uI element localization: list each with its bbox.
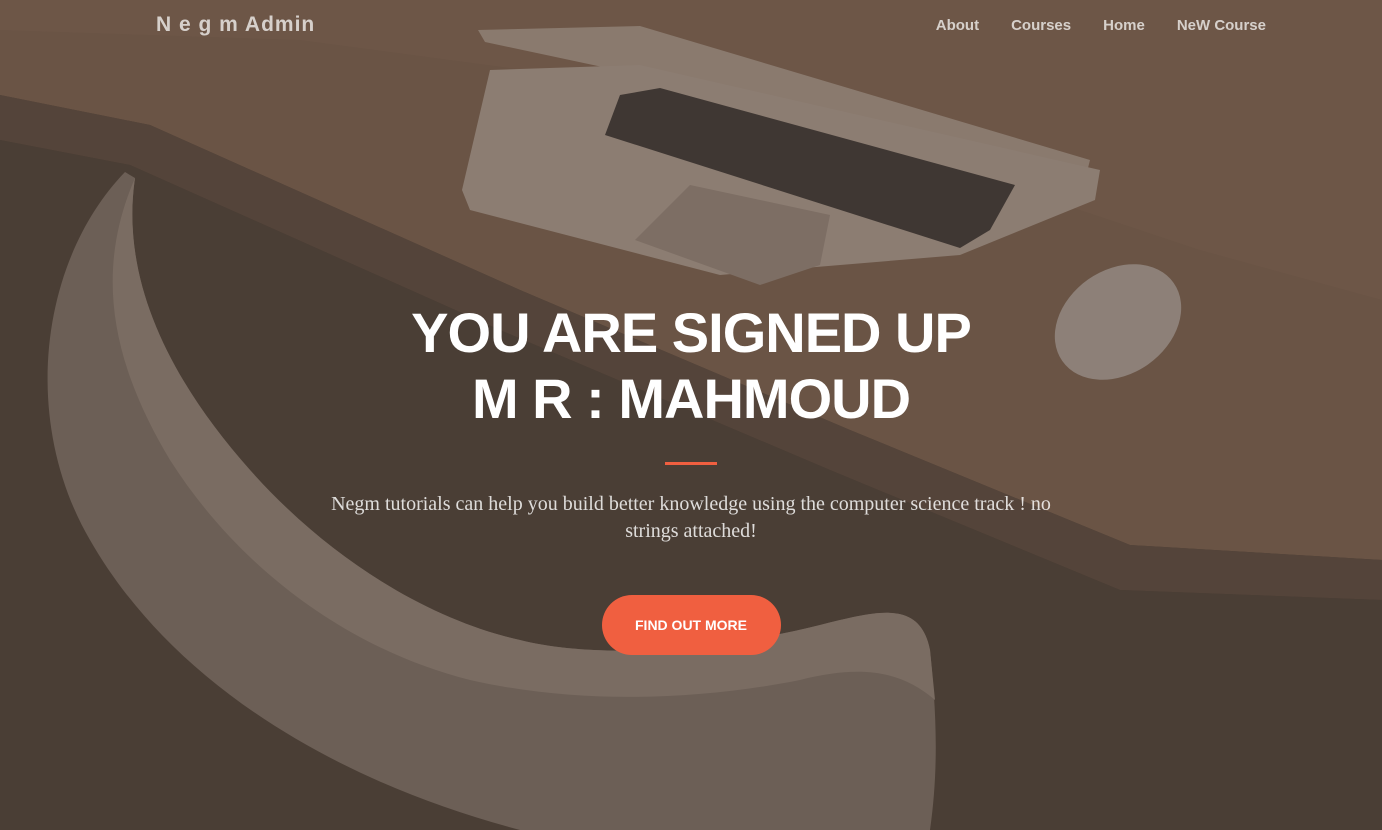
nav-link-home[interactable]: Home — [1103, 17, 1145, 34]
headline-line-2: M R : MAHMOUD — [471, 367, 911, 430]
headline-line-1: YOU ARE SIGNED UP — [411, 301, 972, 364]
find-out-more-button[interactable]: FIND OUT MORE — [601, 595, 781, 655]
hero-headline: YOU ARE SIGNED UP M R : MAHMOUD — [0, 300, 1382, 432]
hero-content: YOU ARE SIGNED UP M R : MAHMOUD Negm tut… — [0, 300, 1382, 655]
top-navbar: N e g m Admin About Courses Home NeW Cou… — [0, 0, 1382, 52]
brand-logo-link[interactable]: N e g m Admin — [156, 13, 315, 37]
nav-link-courses[interactable]: Courses — [1011, 17, 1071, 34]
nav-link-about[interactable]: About — [936, 17, 979, 34]
nav-links: About Courses Home NeW Course — [936, 17, 1266, 34]
hero-section: N e g m Admin About Courses Home NeW Cou… — [0, 0, 1382, 830]
hero-lead-text: Negm tutorials can help you build better… — [331, 493, 1051, 542]
accent-divider — [665, 462, 717, 465]
nav-link-new-course[interactable]: NeW Course — [1177, 17, 1266, 34]
